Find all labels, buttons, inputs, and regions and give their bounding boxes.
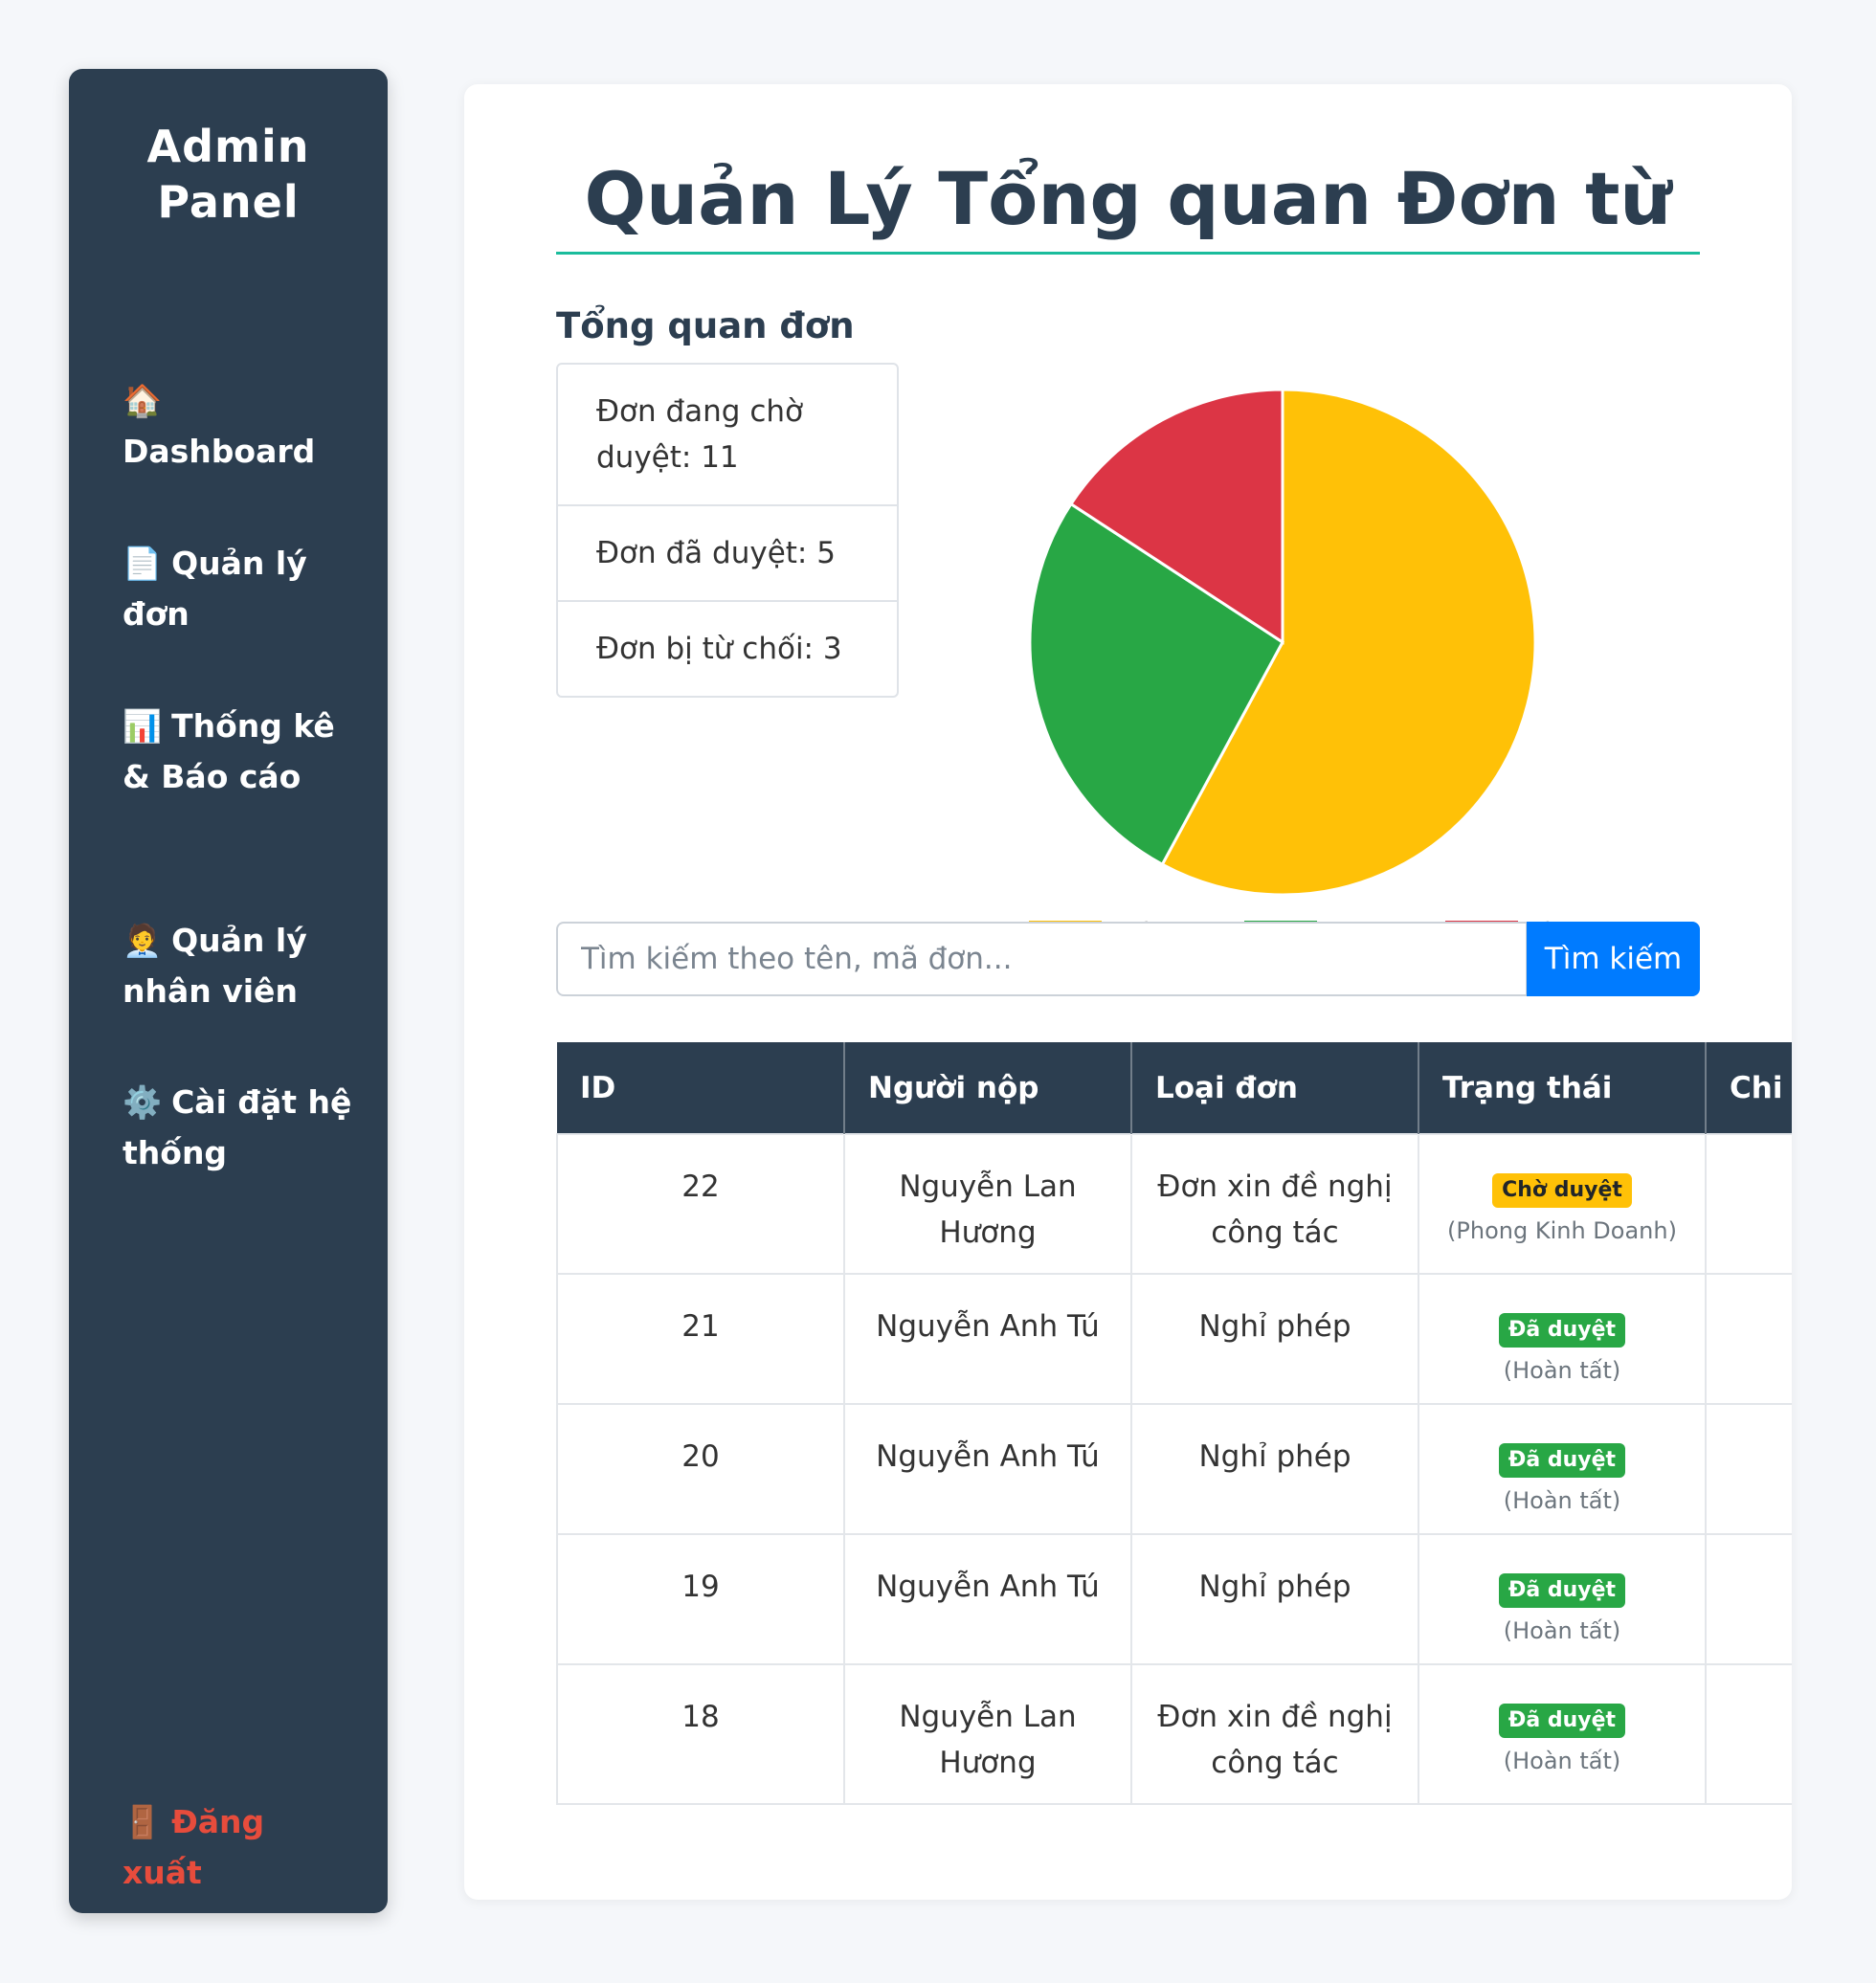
column-header-submitter: Người nộp [844,1042,1132,1134]
sidebar-item-settings[interactable]: ⚙️ Cài đặt hệ thống [123,1077,352,1178]
table-row: 20 Nguyễn Anh Tú Nghỉ phép Đã duyệt (Hoà… [556,1403,1792,1535]
cell-submitter: Nguyễn Anh Tú [843,1403,1132,1535]
table-row: 18 Nguyễn Lan Hương Đơn xin đề nghị công… [556,1663,1792,1805]
sidebar-item-label: Dashboard [123,433,316,470]
brand-title: Admin Panel [146,121,310,228]
table-row: 22 Nguyễn Lan Hương Đơn xin đề nghị công… [556,1133,1792,1275]
status-note: (Phong Kinh Doanh) [1447,1217,1677,1244]
stat-pending: Đơn đang chờ duyệt: 11 [558,365,897,506]
sidebar-item-orders[interactable]: 📄 Quản lý đơn [123,538,352,639]
cell-type: Nghỉ phép [1130,1533,1419,1665]
status-badge: Đã duyệt [1498,1704,1626,1738]
cell-type: Đơn xin đề nghị công tác [1130,1133,1419,1275]
status-badge: Đã duyệt [1498,1573,1626,1608]
status-note: (Hoàn tất) [1503,1748,1621,1774]
cell-type: Nghỉ phép [1130,1273,1419,1405]
cell-id: 18 [556,1663,845,1805]
cell-status: Đã duyệt (Hoàn tất) [1418,1663,1707,1805]
column-header-detail: Chi t [1706,1042,1792,1134]
cell-id: 22 [556,1133,845,1275]
column-header-type: Loại đơn [1131,1042,1419,1134]
cell-status: Chờ duyệt (Phong Kinh Doanh) [1418,1133,1707,1275]
cell-submitter: Nguyễn Anh Tú [843,1273,1132,1405]
cell-action: Xe [1705,1403,1792,1535]
status-badge: Đã duyệt [1498,1443,1626,1478]
cell-id: 19 [556,1533,845,1665]
sidebar: Admin Panel 🏠 Dashboard 📄 Quản lý đơn 📊 Th… [69,69,388,1913]
column-header-id: ID [557,1042,845,1134]
status-note: (Hoàn tất) [1503,1487,1621,1514]
home-icon: 🏠 [123,382,163,419]
cell-action: Xe [1705,1133,1792,1275]
sidebar-item-reports[interactable]: 📊 Thống kê & Báo cáo [123,701,352,802]
stats-list: Đơn đang chờ duyệt: 11 Đơn đã duyệt: 5 Đ… [556,363,899,698]
stat-approved: Đơn đã duyệt: 5 [558,506,897,602]
table-row: 19 Nguyễn Anh Tú Nghỉ phép Đã duyệt (Hoà… [556,1533,1792,1665]
sidebar-item-dashboard[interactable]: 🏠 Dashboard [123,375,352,477]
column-header-status: Trạng thái [1418,1042,1707,1134]
logout-button[interactable]: 🚪 Đăng xuất [123,1796,352,1898]
door-icon: 🚪 [123,1803,163,1840]
cell-submitter: Nguyễn Lan Hương [843,1663,1132,1805]
status-badge: Chờ duyệt [1492,1173,1632,1208]
search-input[interactable] [556,922,1528,996]
cell-action: Xe [1705,1663,1792,1805]
stat-rejected: Đơn bị từ chối: 3 [596,632,842,666]
title-divider [556,252,1700,255]
cell-submitter: Nguyễn Anh Tú [843,1533,1132,1665]
table-header-row: ID Người nộp Loại đơn Trạng thái Chi t [557,1042,1792,1134]
status-pie-chart: Chờ duyệtĐã duyệtTừ chối [1029,388,1584,943]
document-icon: 📄 [123,545,163,582]
cell-type: Đơn xin đề nghị công tác [1130,1663,1419,1805]
cell-action: Xe [1705,1273,1792,1405]
orders-table: ID Người nộp Loại đơn Trạng thái Chi t 2… [556,1042,1792,1805]
table-row: 21 Nguyễn Anh Tú Nghỉ phép Đã duyệt (Hoà… [556,1273,1792,1405]
cell-status: Đã duyệt (Hoàn tất) [1418,1403,1707,1535]
bar-chart-icon: 📊 [123,707,163,745]
overview-heading: Tổng quan đơn [556,305,855,346]
cell-submitter: Nguyễn Lan Hương [843,1133,1132,1275]
search-button[interactable]: Tìm kiếm [1527,922,1700,996]
cell-status: Đã duyệt (Hoàn tất) [1418,1533,1707,1665]
status-note: (Hoàn tất) [1503,1617,1621,1644]
main-content: Quản Lý Tổng quan Đơn từ Tổng quan đơn Đ… [464,84,1792,1900]
cell-status: Đã duyệt (Hoàn tất) [1418,1273,1707,1405]
cell-id: 20 [556,1403,845,1535]
cell-action: Xe [1705,1533,1792,1665]
sidebar-item-employees[interactable]: 🧑‍💼 Quản lý nhân viên [123,915,352,1016]
cell-id: 21 [556,1273,845,1405]
status-note: (Hoàn tất) [1503,1357,1621,1384]
status-badge: Đã duyệt [1498,1313,1626,1348]
page-title: Quản Lý Tổng quan Đơn từ [584,156,1672,241]
gear-icon: ⚙️ [123,1083,163,1121]
person-icon: 🧑‍💼 [123,922,163,959]
cell-type: Nghỉ phép [1130,1403,1419,1535]
